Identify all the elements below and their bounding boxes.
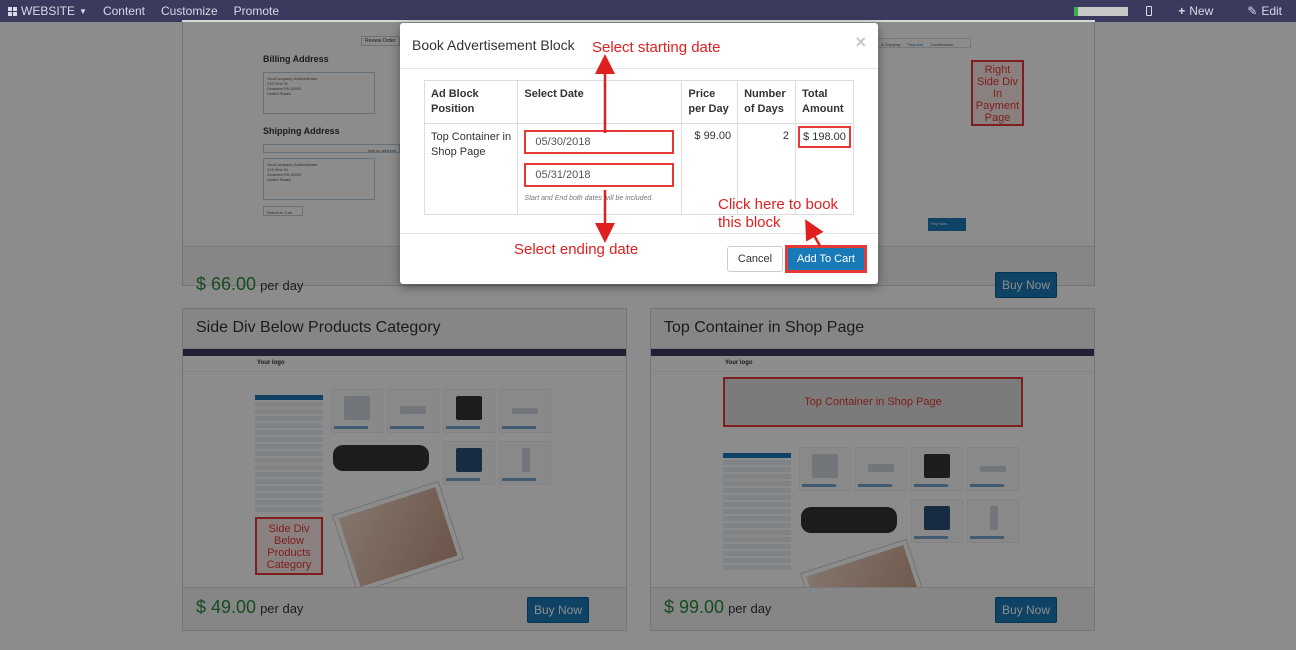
annotation-book-line2: this block — [718, 214, 781, 231]
cell-position: Top Container in Shop Page — [423, 123, 519, 215]
total-amount: $ 198.00 — [798, 126, 851, 148]
col-total: Total Amount — [795, 80, 854, 124]
annotation-book: Click here to book this block — [718, 196, 838, 232]
edit-button-label: Edit — [1261, 4, 1282, 18]
customize-menu[interactable]: Customize — [153, 4, 226, 18]
new-button[interactable]: + New — [1170, 4, 1221, 18]
col-price: Price per Day — [681, 80, 739, 124]
modal-footer-divider — [400, 233, 878, 234]
start-date-input[interactable]: 05/30/2018 — [524, 130, 675, 154]
publish-toggle[interactable] — [1074, 6, 1129, 16]
add-to-cart-button[interactable]: Add To Cart — [785, 245, 867, 273]
annotation-book-line1: Click here to book — [718, 196, 839, 213]
col-position: Ad Block Position — [423, 80, 519, 124]
plus-icon: + — [1178, 4, 1186, 18]
date-hint: Start and End both dates will be include… — [524, 195, 654, 202]
new-button-label: New — [1189, 4, 1214, 18]
edit-button[interactable]: ✎ Edit — [1239, 4, 1290, 18]
col-date: Select Date — [517, 80, 683, 124]
annotation-end-date: Select ending date — [514, 241, 639, 258]
content-menu[interactable]: Content — [95, 4, 153, 18]
modal-header-divider — [400, 68, 878, 69]
top-navbar: WEBSITE ▼ Content Customize Promote + Ne… — [0, 0, 1296, 22]
modal-title: Book Advertisement Block — [412, 37, 575, 53]
booking-table: Ad Block Position Select Date Price per … — [423, 80, 854, 215]
cancel-button[interactable]: Cancel — [727, 246, 783, 272]
end-date-input[interactable]: 05/31/2018 — [524, 163, 675, 187]
col-days: Number of Days — [737, 80, 797, 124]
close-icon[interactable]: × — [855, 32, 866, 53]
website-menu[interactable]: WEBSITE ▼ — [0, 4, 95, 18]
mobile-preview-icon[interactable] — [1146, 6, 1153, 16]
apps-grid-icon — [8, 6, 17, 16]
website-menu-label: WEBSITE — [21, 4, 76, 18]
cell-date: 05/30/2018 05/31/2018 Start and End both… — [517, 123, 683, 215]
annotation-start-date: Select starting date — [592, 39, 721, 56]
pencil-icon: ✎ — [1247, 4, 1258, 18]
promote-menu[interactable]: Promote — [226, 4, 287, 18]
book-ad-modal: Book Advertisement Block × Ad Block Posi… — [400, 23, 878, 284]
caret-down-icon: ▼ — [79, 6, 87, 16]
table-header-row: Ad Block Position Select Date Price per … — [423, 80, 854, 124]
